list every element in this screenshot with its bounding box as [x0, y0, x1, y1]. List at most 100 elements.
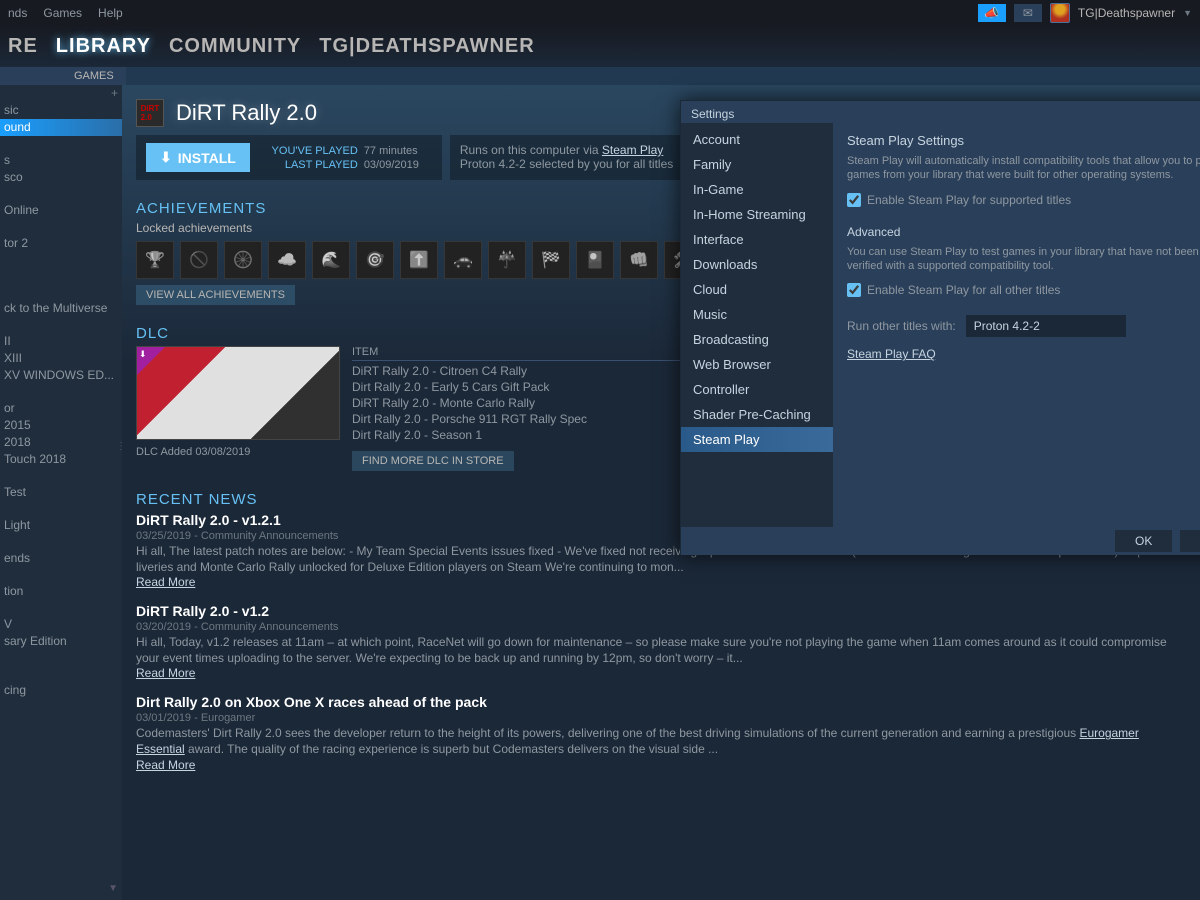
username[interactable]: TG|Deathspawner — [1078, 6, 1175, 20]
nav-store[interactable]: RE — [8, 35, 38, 58]
sidebar-game-item[interactable]: XV WINDOWS ED... — [0, 367, 122, 384]
game-icon: DiRT2.0 — [136, 99, 164, 127]
sidebar-game-item[interactable]: Test — [0, 484, 122, 501]
sidebar-game-item — [0, 666, 122, 682]
settings-dialog-title[interactable]: Settings — [681, 101, 1200, 123]
sidebar-game-item[interactable]: II — [0, 333, 122, 350]
dlc-image[interactable]: ⬇ — [136, 346, 340, 440]
sidebar-game-item[interactable]: XIII — [0, 350, 122, 367]
settings-dialog: Settings AccountFamilyIn-GameIn-Home Str… — [680, 100, 1200, 555]
checkbox-all[interactable] — [847, 283, 861, 297]
news-read-more-link[interactable]: Read More — [136, 758, 1186, 772]
nav-profile[interactable]: TG|DEATHSPAWNER — [319, 35, 534, 58]
sidebar-game-item[interactable]: s — [0, 152, 122, 169]
achievement-icon[interactable]: 🚫 — [180, 241, 218, 279]
game-library-sidebar: + sicound ssco Online tor 2 ck to the Multi… — [0, 85, 122, 900]
news-item-body: Codemasters' Dirt Rally 2.0 sees the dev… — [136, 726, 1186, 757]
settings-pane: Steam Play Settings Steam Play will auto… — [833, 123, 1200, 527]
settings-category[interactable]: Account — [681, 127, 833, 152]
played-label: YOU'VE PLAYED — [262, 145, 358, 157]
settings-category[interactable]: Controller — [681, 377, 833, 402]
sidebar-game-item — [0, 252, 122, 268]
sidebar-game-item[interactable]: Touch 2018 — [0, 451, 122, 468]
sidebar-game-item — [0, 317, 122, 333]
checkbox-supported[interactable] — [847, 193, 861, 207]
settings-category[interactable]: Web Browser — [681, 352, 833, 377]
view-all-achievements-button[interactable]: VIEW ALL ACHIEVEMENTS — [136, 285, 295, 305]
nav-library[interactable]: LIBRARY — [56, 35, 151, 58]
achievement-icon[interactable]: ☁️ — [268, 241, 306, 279]
settings-pane-title: Steam Play Settings — [847, 133, 1200, 148]
settings-category[interactable]: Steam Play — [681, 427, 833, 452]
sidebar-game-item[interactable]: Light — [0, 517, 122, 534]
settings-category[interactable]: In-Home Streaming — [681, 202, 833, 227]
sidebar-game-item[interactable]: V — [0, 616, 122, 633]
steam-play-link[interactable]: Steam Play — [602, 143, 663, 157]
achievement-icon[interactable]: 🎯 — [356, 241, 394, 279]
sidebar-game-item[interactable]: sco — [0, 169, 122, 186]
achievement-icon[interactable]: 🛞 — [224, 241, 262, 279]
achievement-icon[interactable]: 🎴 — [576, 241, 614, 279]
sidebar-game-item[interactable]: or — [0, 400, 122, 417]
main-nav: RE LIBRARY COMMUNITY TG|DEATHSPAWNER — [0, 25, 1200, 67]
settings-category[interactable]: Shader Pre-Caching — [681, 402, 833, 427]
ok-button[interactable]: OK — [1115, 530, 1172, 552]
nav-community[interactable]: COMMUNITY — [169, 35, 301, 58]
sidebar-game-item[interactable]: 2018 — [0, 434, 122, 451]
enable-all-checkbox[interactable]: Enable Steam Play for all other titles — [847, 283, 1200, 297]
achievement-icon[interactable]: 🌊 — [312, 241, 350, 279]
sidebar-game-item[interactable]: cing — [0, 682, 122, 699]
news-item: Dirt Rally 2.0 on Xbox One X races ahead… — [136, 694, 1186, 771]
settings-category[interactable]: Cloud — [681, 277, 833, 302]
steam-play-faq-link[interactable]: Steam Play FAQ — [847, 347, 936, 361]
chevron-down-icon[interactable]: ▼ — [1183, 8, 1192, 18]
subnav-games[interactable]: GAMES — [74, 70, 114, 82]
sidebar-category[interactable]: + — [0, 85, 122, 102]
library-search-input[interactable] — [126, 67, 1200, 85]
cancel-button[interactable]: C — [1180, 530, 1200, 552]
achievement-icon[interactable]: ⬆️ — [400, 241, 438, 279]
achievement-icon[interactable]: ☔ — [488, 241, 526, 279]
sidebar-game-item[interactable]: tion — [0, 583, 122, 600]
news-item: DiRT Rally 2.0 - v1.203/20/2019 - Commun… — [136, 603, 1186, 680]
enable-supported-checkbox[interactable]: Enable Steam Play for supported titles — [847, 193, 1200, 207]
news-inline-link[interactable]: Eurogamer Essential — [136, 726, 1139, 756]
sidebar-game-item[interactable]: 2015 — [0, 417, 122, 434]
sidebar-scroll-down-icon[interactable]: ▼ — [108, 883, 118, 894]
last-played-value: 03/09/2019 — [364, 159, 419, 171]
find-more-dlc-button[interactable]: FIND MORE DLC IN STORE — [352, 451, 514, 471]
sidebar-game-item[interactable]: sic — [0, 102, 122, 119]
checkbox-all-label: Enable Steam Play for all other titles — [867, 283, 1060, 297]
settings-category[interactable]: Interface — [681, 227, 833, 252]
sidebar-game-item — [0, 600, 122, 616]
sidebar-game-item — [0, 468, 122, 484]
achievement-icon[interactable]: 🚗 — [444, 241, 482, 279]
sidebar-game-item — [0, 650, 122, 666]
achievement-icon[interactable]: 🏁 — [532, 241, 570, 279]
news-read-more-link[interactable]: Read More — [136, 666, 1186, 680]
news-read-more-link[interactable]: Read More — [136, 575, 1186, 589]
settings-category[interactable]: In-Game — [681, 177, 833, 202]
achievement-icon[interactable]: 👊 — [620, 241, 658, 279]
sidebar-game-item[interactable]: tor 2 — [0, 235, 122, 252]
sidebar-game-item[interactable]: ound — [0, 119, 122, 136]
avatar[interactable] — [1050, 3, 1070, 23]
news-item-body: Hi all, Today, v1.2 releases at 11am – a… — [136, 635, 1186, 666]
inbox-icon[interactable]: ✉ — [1014, 4, 1042, 22]
menu-help[interactable]: Help — [98, 6, 123, 20]
menu-games[interactable]: Games — [43, 6, 82, 20]
sidebar-game-item[interactable]: ends — [0, 550, 122, 567]
sidebar-game-item[interactable]: sary Edition — [0, 633, 122, 650]
menu-friends[interactable]: nds — [8, 6, 27, 20]
sidebar-game-item[interactable]: Online — [0, 202, 122, 219]
install-button[interactable]: ⬇ INSTALL — [146, 143, 250, 172]
sidebar-game-item[interactable]: ck to the Multiverse — [0, 300, 122, 317]
settings-category[interactable]: Music — [681, 302, 833, 327]
proton-version-select[interactable]: Proton 4.2-2 — [966, 315, 1126, 337]
settings-category[interactable]: Downloads — [681, 252, 833, 277]
settings-category[interactable]: Broadcasting — [681, 327, 833, 352]
achievement-icon[interactable]: 🏆 — [136, 241, 174, 279]
announcement-icon[interactable]: 📣 — [978, 4, 1006, 22]
game-title: DiRT Rally 2.0 — [176, 100, 317, 126]
settings-category[interactable]: Family — [681, 152, 833, 177]
